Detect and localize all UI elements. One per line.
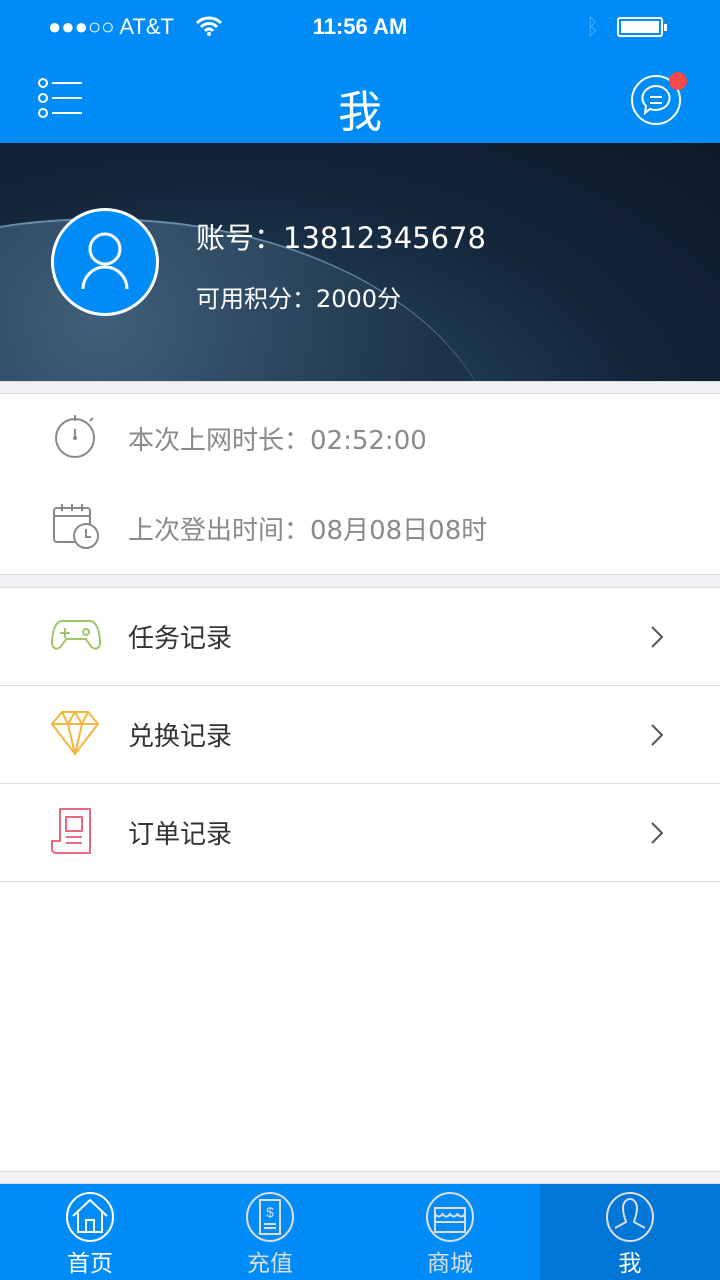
top-bar: ●●●○○ AT&T 11:56 AM ᛒ 我 <box>0 0 720 143</box>
receipt-icon <box>51 807 91 854</box>
tab-bar: 首页 $ 充值 商城 我 <box>0 1184 720 1280</box>
user-icon <box>81 232 129 290</box>
chevron-right-icon <box>651 625 664 648</box>
tab-label: 首页 <box>67 1251 113 1277</box>
menu-item-label: 任务记录 <box>128 624 233 654</box>
divider <box>0 1171 720 1184</box>
status-bar: ●●●○○ AT&T 11:56 AM ᛒ <box>0 12 720 42</box>
info-last-logout: 上次登出时间：08月08日08时 <box>0 483 720 573</box>
menu-item-label: 兑换记录 <box>128 722 233 752</box>
tab-label: 充值 <box>247 1251 293 1277</box>
divider <box>0 574 720 588</box>
tab-label: 商城 <box>427 1251 473 1277</box>
tab-home[interactable]: 首页 <box>0 1184 180 1280</box>
chevron-right-icon <box>651 723 664 746</box>
menu-item-order-records[interactable]: 订单记录 <box>0 784 720 882</box>
recharge-icon: $ <box>246 1192 294 1242</box>
battery-icon <box>617 17 667 37</box>
tab-shop[interactable]: 商城 <box>360 1184 540 1280</box>
tab-label: 我 <box>618 1251 642 1277</box>
user-icon <box>606 1192 654 1242</box>
account-number: 账号：13812345678 <box>196 221 486 255</box>
points-balance: 可用积分：2000分 <box>196 285 402 313</box>
avatar[interactable] <box>51 208 159 316</box>
page-title: 我 <box>338 87 382 138</box>
session-duration: 本次上网时长：02:52:00 <box>128 425 427 456</box>
last-logout-time: 上次登出时间：08月08日08时 <box>128 515 488 546</box>
calendar-clock-icon <box>53 504 99 549</box>
menu-item-label: 订单记录 <box>128 820 233 850</box>
tab-me[interactable]: 我 <box>540 1184 720 1280</box>
tab-recharge[interactable]: $ 充值 <box>180 1184 360 1280</box>
diamond-icon <box>50 709 100 756</box>
svg-text:$: $ <box>266 1204 274 1220</box>
chevron-right-icon <box>651 821 664 844</box>
home-icon <box>66 1192 114 1242</box>
shop-icon <box>426 1192 474 1242</box>
stopwatch-icon <box>55 415 95 458</box>
notification-badge <box>669 72 687 90</box>
gamepad-icon <box>50 619 102 650</box>
menu-item-exchange-records[interactable]: 兑换记录 <box>0 686 720 784</box>
menu-item-task-records[interactable]: 任务记录 <box>0 588 720 686</box>
info-session-duration: 本次上网时长：02:52:00 <box>0 393 720 483</box>
bluetooth-icon: ᛒ <box>586 14 600 39</box>
clock: 11:56 AM <box>312 14 408 39</box>
profile-banner: 账号：13812345678 可用积分：2000分 <box>0 143 720 381</box>
